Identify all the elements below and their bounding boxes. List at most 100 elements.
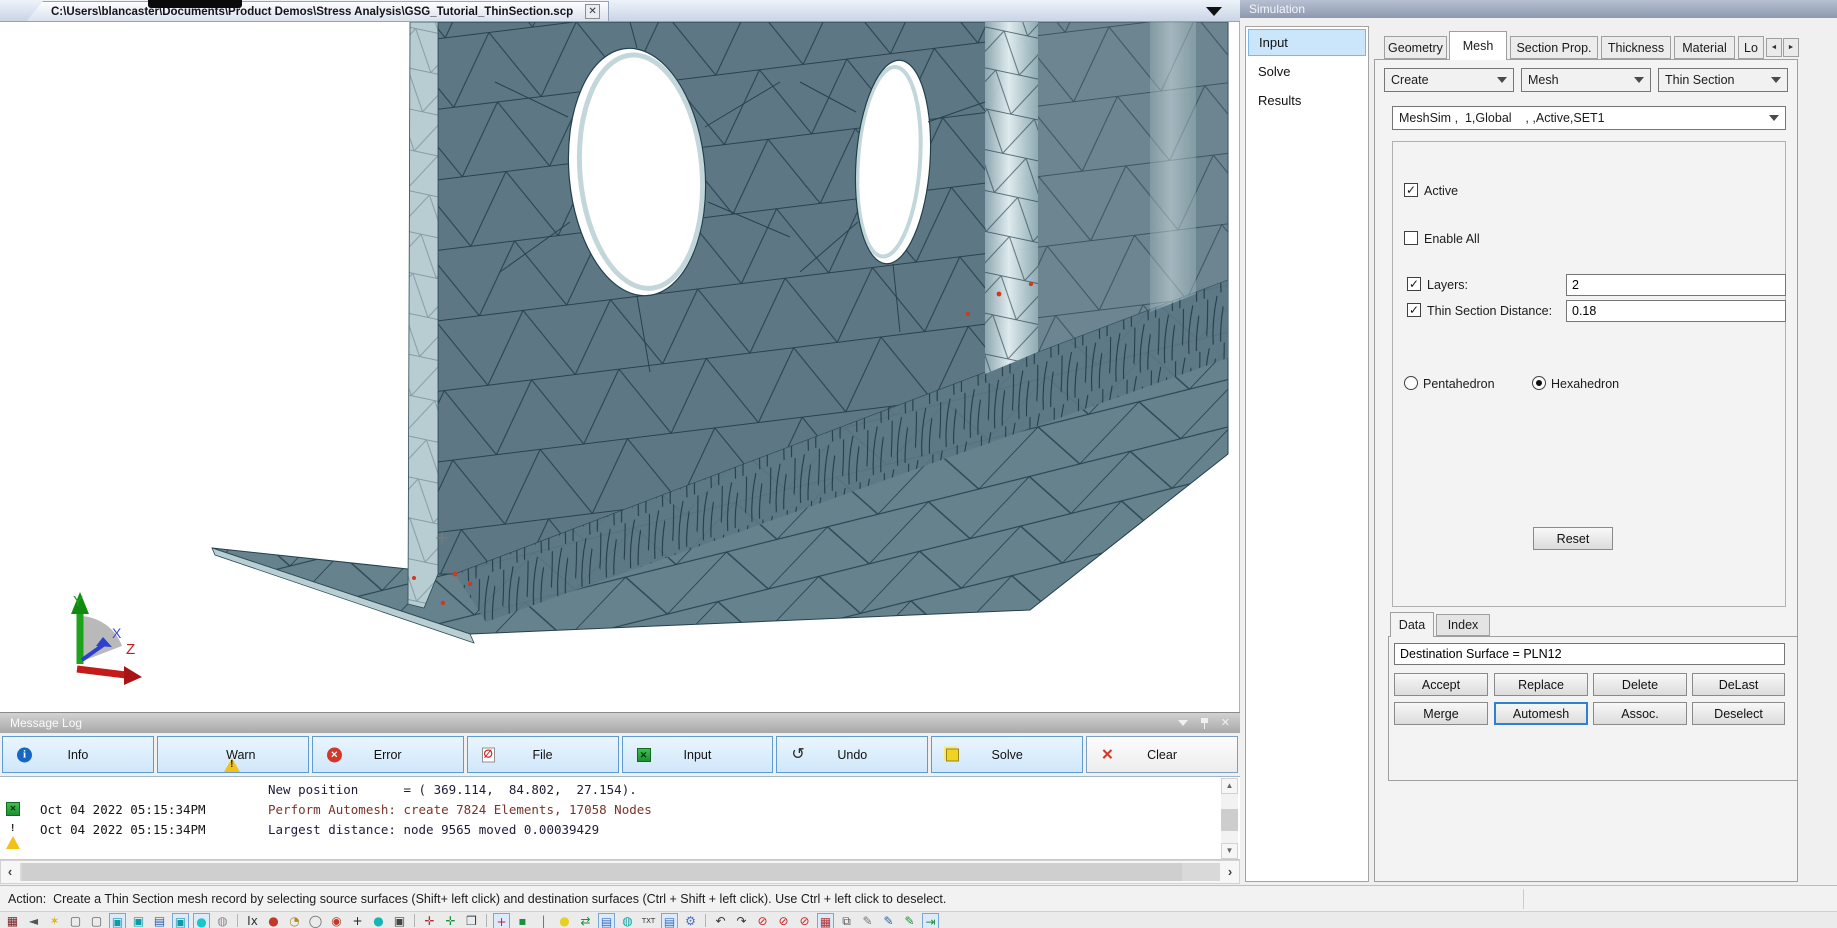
viewport-3d[interactable]: Y X Z — [0, 22, 1240, 712]
no-entry-3-icon[interactable]: ⊘ — [796, 913, 813, 928]
gear-icon[interactable]: ⚙ — [682, 913, 699, 928]
pencil-green-icon[interactable]: ✎ — [901, 913, 918, 928]
solve-button[interactable]: Solve — [931, 736, 1083, 773]
doc-teal-1-icon[interactable]: ▣ — [109, 913, 126, 928]
beam-teal-icon[interactable]: | — [535, 913, 552, 928]
tab-scroll-left-icon[interactable]: ◄ — [1766, 38, 1782, 57]
log-entry[interactable]: Oct 04 2022 05:15:34PM Largest distance:… — [0, 819, 1240, 839]
assoc-button[interactable]: Assoc. — [1593, 702, 1687, 725]
destination-surface-input[interactable] — [1394, 643, 1785, 665]
enable-all-checkbox[interactable] — [1404, 231, 1418, 245]
info-filter-button[interactable]: i Info — [2, 736, 154, 773]
tab-mesh[interactable]: Mesh — [1449, 31, 1507, 60]
axis-red-icon[interactable]: ✛ — [421, 913, 438, 928]
sphere-teal-icon[interactable]: ● — [193, 913, 210, 928]
log-entry[interactable]: New position = ( 369.114, 84.802, 27.154… — [0, 779, 1240, 799]
export-icon[interactable]: ⇥ — [922, 913, 939, 928]
panel-blue-icon[interactable]: ▤ — [598, 913, 615, 928]
no-entry-2-icon[interactable]: ⊘ — [775, 913, 792, 928]
tab-material[interactable]: Material — [1674, 36, 1735, 59]
tab-index[interactable]: Index — [1436, 614, 1490, 636]
highlight-icon[interactable]: ✶ — [46, 913, 63, 928]
tab-data[interactable]: Data — [1390, 612, 1434, 637]
scroll-thumb[interactable] — [22, 863, 1182, 881]
accept-button[interactable]: Accept — [1394, 673, 1488, 696]
reset-button[interactable]: Reset — [1533, 527, 1613, 550]
undo-arrow-icon[interactable]: ↶ — [712, 913, 729, 928]
plus-black-icon[interactable]: + — [349, 913, 366, 928]
tab-loads-truncated[interactable]: Lo — [1738, 36, 1764, 59]
camera-icon[interactable]: ▣ — [391, 913, 408, 928]
axis-green-icon[interactable]: ✛ — [442, 913, 459, 928]
doc-teal-3-icon[interactable]: ▣ — [172, 913, 189, 928]
tab-geometry[interactable]: Geometry — [1384, 36, 1447, 59]
node-green-icon[interactable]: ▪ — [514, 913, 531, 928]
layers-label[interactable]: Layers: — [1427, 278, 1468, 292]
keyboard-icon[interactable]: ▤ — [661, 913, 678, 928]
log-entry[interactable]: ✕ Oct 04 2022 05:15:34PM Perform Automes… — [0, 799, 1240, 819]
target-red-icon[interactable]: ◉ — [328, 913, 345, 928]
automesh-button[interactable]: Automesh — [1494, 702, 1588, 725]
active-checkbox[interactable]: ✓ — [1404, 183, 1418, 197]
layers-input[interactable] — [1566, 274, 1786, 296]
ball-yellow-icon[interactable]: ● — [556, 913, 573, 928]
page-copy-icon[interactable]: ⧉ — [838, 913, 855, 928]
redo-arrow-icon[interactable]: ↷ — [733, 913, 750, 928]
swirl-icon[interactable]: ◍ — [214, 913, 231, 928]
sidebar-item-results[interactable]: Results — [1248, 87, 1366, 114]
doc-blue-icon[interactable]: ▤ — [151, 913, 168, 928]
doc-teal-2-icon[interactable]: ▣ — [130, 913, 147, 928]
document-list-chevron-icon[interactable] — [1206, 7, 1222, 16]
log-horizontal-scrollbar[interactable]: ‹ › — [0, 860, 1240, 884]
hexahedron-radio[interactable] — [1532, 376, 1546, 390]
delete-button[interactable]: Delete — [1593, 673, 1687, 696]
panel-close-icon[interactable]: ✕ — [1221, 718, 1230, 729]
file-log-button[interactable]: ∅ File — [467, 736, 619, 773]
active-label[interactable]: Active — [1424, 184, 1458, 198]
tab-section-prop[interactable]: Section Prop. — [1510, 36, 1598, 59]
axes-label-icon[interactable]: Ix — [244, 913, 261, 928]
pentahedron-label[interactable]: Pentahedron — [1423, 377, 1495, 391]
sphere-red-icon[interactable]: ● — [265, 913, 282, 928]
tab-thickness[interactable]: Thickness — [1601, 36, 1671, 59]
pointer-icon[interactable]: ◄ — [25, 913, 42, 928]
sidebar-item-input[interactable]: Input — [1248, 29, 1366, 56]
scroll-right-icon[interactable]: › — [1221, 861, 1239, 883]
thin-section-distance-checkbox[interactable]: ✓ — [1407, 303, 1421, 317]
replace-button[interactable]: Replace — [1494, 673, 1588, 696]
document-tab[interactable]: C:\Users\blancaster\Documents\Product De… — [26, 1, 609, 22]
display-mode-icon[interactable]: ▦ — [4, 913, 21, 928]
thin-section-distance-label[interactable]: Thin Section Distance: — [1427, 304, 1552, 318]
error-filter-button[interactable]: ✕ Error — [312, 736, 464, 773]
enable-all-label[interactable]: Enable All — [1424, 232, 1480, 246]
ellipse-icon[interactable]: ◯ — [307, 913, 324, 928]
pencil-blue-icon[interactable]: ✎ — [880, 913, 897, 928]
pin-icon[interactable] — [1200, 718, 1209, 729]
deselect-button[interactable]: Deselect — [1692, 702, 1785, 725]
sidebar-item-solve[interactable]: Solve — [1248, 58, 1366, 85]
tab-scroll-right-icon[interactable]: ► — [1783, 38, 1799, 57]
operation-combo[interactable]: Create — [1384, 68, 1514, 92]
globe-teal-icon[interactable]: ◍ — [619, 913, 636, 928]
clock-icon[interactable]: ◔ — [286, 913, 303, 928]
swap-green-icon[interactable]: ⇄ — [577, 913, 594, 928]
tab-close-icon[interactable]: ✕ — [585, 4, 600, 19]
undo-button[interactable]: ↺ Undo — [776, 736, 928, 773]
grid-red-icon[interactable]: ▦ — [817, 913, 834, 928]
panel-menu-chevron-icon[interactable] — [1178, 720, 1188, 726]
delast-button[interactable]: DeLast — [1692, 673, 1785, 696]
hexahedron-label[interactable]: Hexahedron — [1551, 377, 1619, 391]
text-tool-icon[interactable]: TXT — [640, 913, 657, 928]
mesh-record-combo[interactable]: MeshSim , 1,Global , ,Active,SET1 — [1392, 106, 1786, 130]
add-node-red-icon[interactable]: + — [493, 913, 510, 928]
warn-filter-button[interactable]: Warn — [157, 736, 309, 773]
window-icon[interactable]: ❒ — [463, 913, 480, 928]
pentahedron-radio[interactable] — [1404, 376, 1418, 390]
merge-button[interactable]: Merge — [1394, 702, 1488, 725]
thin-section-distance-input[interactable] — [1566, 300, 1786, 322]
log-vertical-scrollbar[interactable]: ▲ ▼ — [1221, 778, 1238, 859]
view-box-1-icon[interactable]: ▢ — [67, 913, 84, 928]
scroll-left-icon[interactable]: ‹ — [1, 861, 19, 883]
mesh-type-combo[interactable]: Thin Section — [1658, 68, 1788, 92]
scroll-up-icon[interactable]: ▲ — [1221, 778, 1238, 794]
